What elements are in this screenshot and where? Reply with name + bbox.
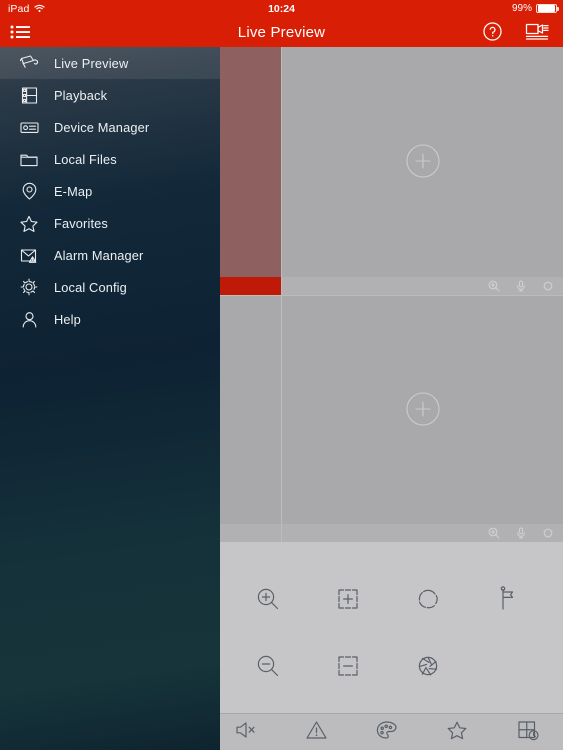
tab-image-settings[interactable] [352,714,422,750]
sidebar-item-local-files[interactable]: Local Files [0,143,220,175]
nav-bar: Live Preview [0,17,563,47]
layout-clock-icon [516,719,540,746]
sidebar-item-help[interactable]: Help [0,303,220,335]
iris-open-icon[interactable] [388,574,468,624]
sidebar-item-local-config[interactable]: Local Config [0,271,220,303]
battery-percent-label: 99% [511,3,532,14]
ptz-empty-slot [468,641,548,691]
plus-circle-icon[interactable] [403,389,443,429]
zoom-in-icon[interactable] [228,574,308,624]
status-bar-right: 99% [511,3,559,14]
person-icon [14,304,44,334]
sidebar-drawer: Live Preview Playback Device Manager Loc… [0,47,220,750]
digital-zoom-icon[interactable] [487,279,501,293]
sidebar-label: Live Preview [54,55,129,71]
iris-close-icon[interactable] [388,641,468,691]
status-clock: 10:24 [268,2,295,15]
sidebar-label: Help [54,311,81,327]
record-icon[interactable] [541,526,555,540]
tab-alarm[interactable] [282,714,352,750]
camera-list-icon[interactable] [525,21,549,42]
status-bar: iPad 10:24 99% [0,0,563,17]
zoom-out-icon[interactable] [228,641,308,691]
palette-icon [375,719,399,746]
cell-toolbar-3 [282,524,563,542]
sidebar-item-alarm-manager[interactable]: Alarm Manager [0,239,220,271]
battery-icon [536,3,559,14]
page-title: Live Preview [237,23,326,41]
sidebar-label: Local Files [54,151,117,167]
sidebar-item-live-preview[interactable]: Live Preview [0,47,220,79]
help-circle-icon[interactable] [482,21,503,42]
cell-toolbar-1 [282,277,563,295]
video-cell-1[interactable] [282,47,563,295]
plus-circle-icon[interactable] [403,141,443,181]
gear-icon [14,272,44,302]
ptz-button-grid [228,574,548,691]
sidebar-item-playback[interactable]: Playback [0,79,220,111]
focus-near-icon[interactable] [308,574,388,624]
sidebar-item-favorites[interactable]: Favorites [0,207,220,239]
sidebar-label: Device Manager [54,119,150,135]
film-strip-icon [14,80,44,110]
video-cell-3[interactable] [282,296,563,542]
microphone-icon[interactable] [514,526,528,540]
camera-flag-icon [14,48,44,78]
map-pin-icon [14,176,44,206]
app-root: iPad 10:24 99% Live Preview Live Preview… [0,0,563,750]
tab-window-layout[interactable] [493,714,563,750]
digital-zoom-icon[interactable] [487,526,501,540]
preset-flag-icon[interactable] [468,574,548,624]
microphone-icon[interactable] [514,279,528,293]
record-icon[interactable] [541,279,555,293]
focus-far-icon[interactable] [308,641,388,691]
sidebar-label: Favorites [54,215,108,231]
folder-icon [14,144,44,174]
tab-favorite[interactable] [422,714,492,750]
speaker-mute-icon [234,719,258,746]
star-icon [445,719,469,746]
sidebar-label: Playback [54,87,108,103]
alarm-envelope-icon [14,240,44,270]
nav-bar-actions [482,21,549,42]
tab-audio-mute[interactable] [211,714,281,750]
sidebar-label: Alarm Manager [54,247,144,263]
sidebar-item-device-manager[interactable]: Device Manager [0,111,220,143]
device-nvr-icon [14,112,44,142]
sidebar-label: E-Map [54,183,93,199]
alarm-warning-icon [305,719,328,746]
sidebar-label: Local Config [54,279,127,295]
sidebar-item-e-map[interactable]: E-Map [0,175,220,207]
star-icon [14,208,44,238]
